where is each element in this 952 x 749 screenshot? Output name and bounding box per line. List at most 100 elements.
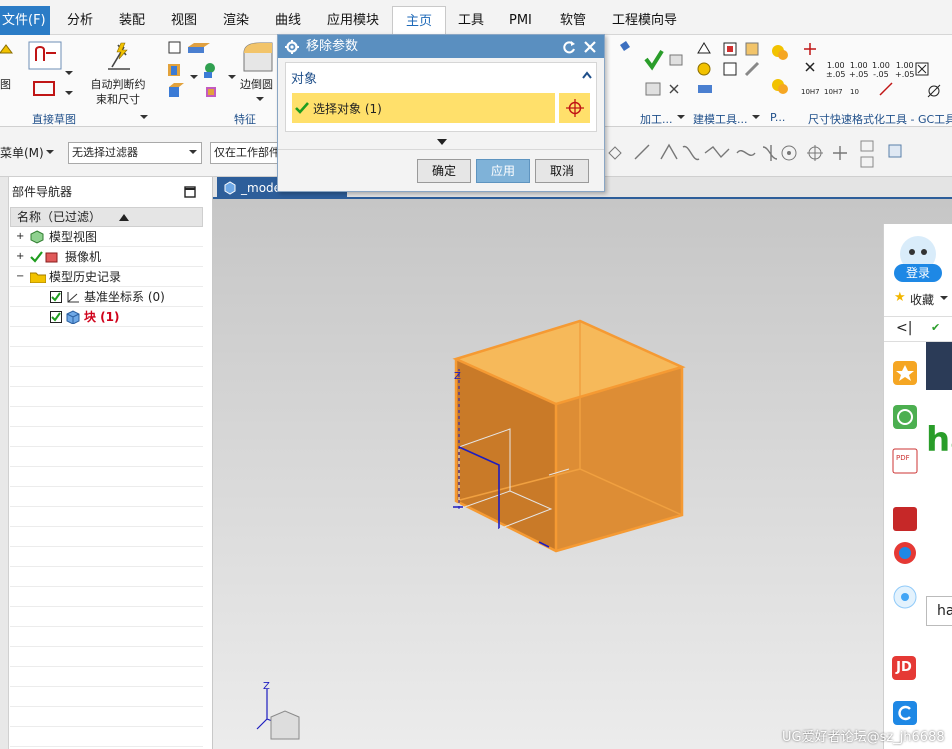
type-filter-select[interactable]: 无选择过滤器 [68, 142, 202, 164]
sketch-button-label[interactable]: 图 [0, 77, 11, 92]
menu-tab-analysis[interactable]: 分析 [67, 6, 93, 35]
menu-tab-render[interactable]: 渲染 [223, 6, 249, 35]
column-header-label: 名称（已过滤） [17, 210, 102, 224]
dim-format-2[interactable]: 1.00 +.05 [849, 61, 868, 79]
menu-tab-wizard[interactable]: 工程模向导 [612, 6, 677, 35]
dialog-title-bar[interactable]: 移除参数 [278, 35, 604, 58]
view-triad[interactable]: Z [256, 681, 300, 740]
object-section-title[interactable]: 对象 [291, 68, 317, 87]
menu-tab-tools[interactable]: 工具 [458, 6, 484, 35]
auto-constraint-icon[interactable] [104, 41, 134, 71]
edge-round-icon[interactable] [240, 41, 276, 75]
dim-fit-3[interactable]: 10 [850, 85, 859, 100]
chevron-down-icon[interactable] [64, 65, 74, 95]
machining-tools-icon[interactable] [606, 39, 690, 103]
pmi-tools-icon[interactable] [770, 43, 792, 103]
resource-bar[interactable] [0, 177, 9, 749]
menu-bar: 文件(F) 分析 装配 视图 渲染 曲线 应用模块 主页 工具 PMI 软管 工… [0, 0, 952, 35]
tree-item-datum-csys[interactable]: 基准坐标系 (0) [10, 287, 203, 307]
empty-row [10, 567, 203, 587]
expand-icon[interactable]: + [16, 247, 24, 267]
tree-item-model-views[interactable]: + 模型视图 [10, 227, 203, 247]
empty-row [10, 667, 203, 687]
jd-app-icon[interactable]: JD [892, 656, 916, 680]
expand-icon[interactable]: + [16, 227, 24, 247]
refresh-app-icon[interactable] [892, 700, 918, 726]
dim-fit-2[interactable]: 10H7 [824, 85, 843, 100]
cancel-button[interactable]: 取消 [535, 159, 589, 183]
selection-scope-select[interactable]: 仅在工作部件 [210, 142, 280, 164]
login-button[interactable]: 登录 [894, 264, 942, 282]
expand-more-icon[interactable] [437, 139, 447, 146]
hao-tab-icon[interactable]: ✔ [931, 321, 940, 334]
sketch-star-icon[interactable] [0, 41, 14, 71]
chevron-down-icon[interactable] [190, 75, 198, 81]
watermark: UG爱好者论坛@sz_jh6688 [782, 730, 945, 745]
menu-tab-view[interactable]: 视图 [171, 6, 197, 35]
rectangle-icon[interactable] [32, 79, 58, 99]
group-p-label: P... [770, 111, 786, 124]
dim-format-4[interactable]: 1.00 +.05 [895, 61, 914, 79]
object-section: 对象 选择对象 (1) [285, 62, 597, 132]
chevron-down-icon[interactable] [140, 115, 148, 121]
reset-icon[interactable] [562, 40, 576, 54]
chevron-down-icon[interactable] [256, 97, 264, 103]
navigator-column-header[interactable]: 名称（已过滤） [10, 207, 203, 227]
empty-row [10, 727, 203, 747]
dim-format-3[interactable]: 1.00 -.05 [872, 61, 890, 79]
menu-tab-assembly[interactable]: 装配 [119, 6, 145, 35]
menu-tab-pmi[interactable]: PMI [509, 6, 532, 35]
profile-icon[interactable] [28, 41, 64, 71]
feature-tools-icon[interactable] [166, 39, 222, 101]
snap-point-icons[interactable] [605, 133, 905, 173]
crosshair-select-button[interactable] [558, 93, 590, 123]
edge-round-label[interactable]: 边倒圆 [240, 77, 273, 92]
z-axis-glyph: Z [454, 371, 461, 382]
tree-item-block[interactable]: 块 (1) [10, 307, 203, 327]
select-object-row[interactable]: 选择对象 (1) [292, 93, 555, 123]
tree-item-label: 模型视图 [49, 230, 98, 244]
checkbox-checked-icon[interactable] [50, 291, 62, 303]
collapse-panel-icon[interactable]: <| [896, 320, 912, 336]
collapse-icon[interactable]: − [16, 267, 24, 287]
chevron-down-icon[interactable] [752, 115, 760, 121]
close-icon[interactable] [583, 40, 597, 54]
chevron-down-icon[interactable] [46, 150, 54, 156]
menu-button[interactable]: 菜单(M) [0, 144, 44, 161]
tree-item-camera[interactable]: + 摄像机 [10, 247, 203, 267]
star-icon: ★ [894, 290, 906, 305]
auto-constraint-label[interactable]: 自动判断约 束和尺寸 [86, 77, 150, 107]
dim-fit-1[interactable]: 10H7 [801, 85, 820, 100]
tree-item-model-history[interactable]: − 模型历史记录 [10, 267, 203, 287]
group-dimension-label: 尺寸快速格式化工具 - GC工具 [808, 113, 952, 126]
maximize-icon[interactable] [184, 186, 196, 198]
menu-tab-hose[interactable]: 软管 [560, 6, 586, 35]
group-modeling-tools-label: 建模工具... [693, 113, 748, 126]
chevron-down-icon[interactable] [940, 296, 948, 302]
menu-file[interactable]: 文件(F) [0, 6, 50, 35]
favorites-link[interactable]: 收藏 [910, 291, 934, 308]
dim-tol-2: +.05 [849, 70, 869, 79]
chevron-down-icon[interactable] [677, 115, 685, 121]
ok-button[interactable]: 确定 [417, 159, 471, 183]
chevron-down-icon[interactable] [228, 75, 236, 81]
modeling-tools-icon[interactable] [694, 39, 766, 103]
apply-button[interactable]: 应用 [476, 159, 530, 183]
search-box[interactable]: ha [926, 596, 952, 626]
menu-tab-applications[interactable]: 应用模块 [327, 6, 379, 35]
graphics-window[interactable]: Z Z [213, 199, 952, 749]
empty-row [10, 367, 203, 387]
chevron-up-icon[interactable] [582, 71, 592, 79]
model-viewport[interactable]: Z Z [213, 199, 952, 749]
checkbox-checked-icon[interactable] [50, 311, 62, 323]
side-app-icons[interactable]: PDF [892, 359, 918, 619]
navigator-title: 部件导航器 [12, 185, 73, 199]
dim-tol-1: ±.05 [826, 70, 846, 79]
tree-item-label: 模型历史记录 [49, 270, 122, 284]
menu-tab-curve[interactable]: 曲线 [275, 6, 301, 35]
empty-row [10, 607, 203, 627]
menu-tab-home[interactable]: 主页 [392, 6, 446, 35]
part-file-icon [224, 181, 236, 195]
tree-item-label: 基准坐标系 (0) [84, 290, 165, 304]
dim-format-1[interactable]: 1.00 ±.05 [826, 61, 845, 79]
